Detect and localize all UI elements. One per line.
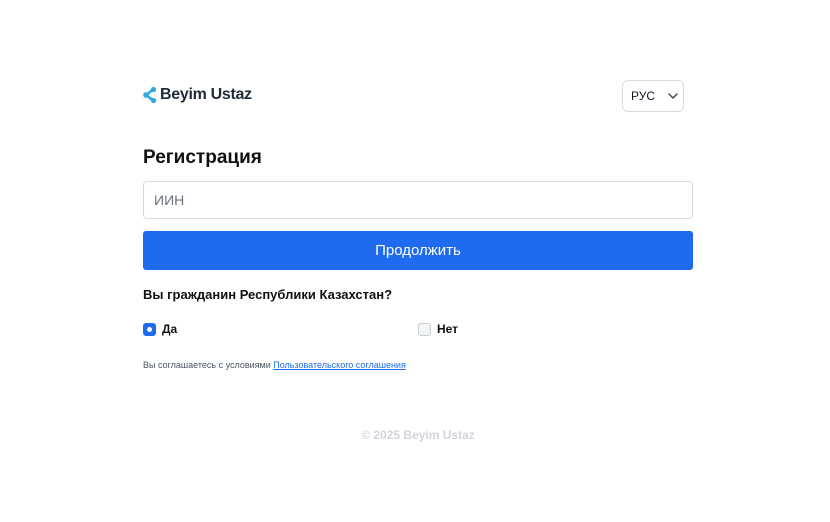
option-label-no: Нет <box>437 322 459 336</box>
logo[interactable]: Beyim Ustaz <box>143 86 252 104</box>
logo-text: Beyim Ustaz <box>160 86 252 103</box>
registration-page: Beyim Ustaz РУС Регистрация Продолжить В… <box>0 0 830 522</box>
iin-input[interactable] <box>143 181 693 219</box>
citizenship-option-yes[interactable]: Да <box>143 322 177 336</box>
page-title: Регистрация <box>143 147 262 168</box>
chevron-down-icon <box>668 93 678 99</box>
radio-checked-icon[interactable] <box>143 322 156 336</box>
beyim-logo-icon <box>143 86 157 104</box>
header: Beyim Ustaz РУС <box>143 80 684 114</box>
citizenship-question: Вы гражданин Республики Казахстан? <box>143 287 393 302</box>
language-select[interactable]: РУС <box>622 80 684 112</box>
terms-text: Вы соглашаетесь с условиями Пользователь… <box>143 360 406 370</box>
option-label-yes: Да <box>162 322 178 336</box>
radio-unchecked-icon[interactable] <box>418 322 431 336</box>
citizenship-option-no[interactable]: Нет <box>418 322 458 336</box>
continue-button[interactable]: Продолжить <box>143 231 693 270</box>
terms-link[interactable]: Пользовательского соглашения <box>273 360 406 370</box>
language-value: РУС <box>631 89 656 103</box>
terms-prefix: Вы соглашаетесь с условиями <box>143 360 271 370</box>
footer-copyright: © 2025 Beyim Ustaz <box>361 428 475 442</box>
